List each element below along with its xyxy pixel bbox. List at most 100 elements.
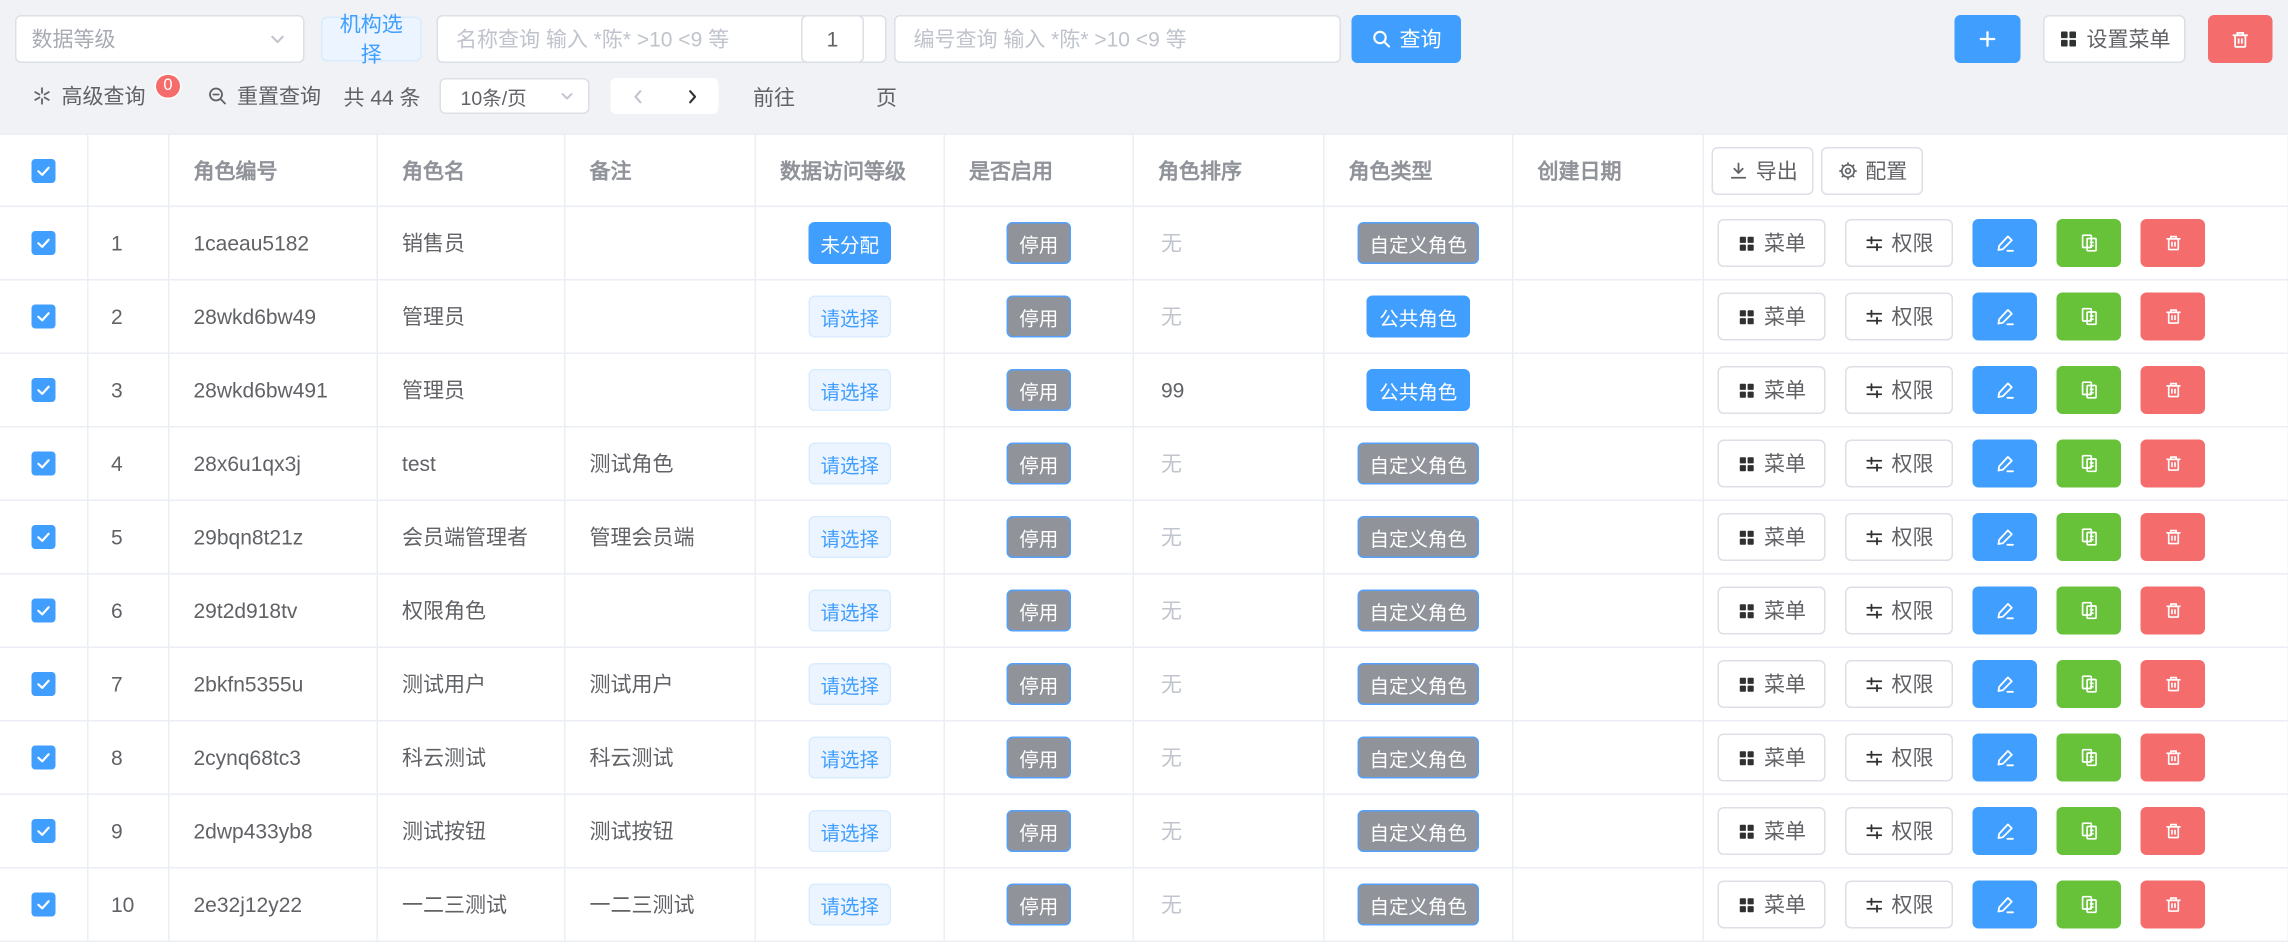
row-delete-button[interactable]	[2141, 366, 2206, 414]
row-delete-button[interactable]	[2141, 219, 2206, 267]
row-edit-button[interactable]	[1973, 293, 2038, 341]
row-checkbox[interactable]	[32, 378, 56, 402]
batch-delete-button[interactable]	[2208, 15, 2273, 63]
row-menu-button[interactable]: 菜单	[1718, 440, 1826, 488]
access-level-button[interactable]: 请选择	[808, 737, 891, 779]
row-copy-button[interactable]	[2057, 807, 2122, 855]
enabled-status-button[interactable]: 停用	[1007, 884, 1070, 926]
prev-page-button[interactable]	[628, 86, 648, 106]
role-type-badge[interactable]: 自定义角色	[1357, 443, 1479, 485]
row-permission-button[interactable]: 权限	[1845, 513, 1953, 561]
role-type-badge[interactable]: 自定义角色	[1357, 737, 1479, 779]
row-checkbox[interactable]	[32, 452, 56, 476]
role-type-badge[interactable]: 自定义角色	[1357, 590, 1479, 632]
row-checkbox[interactable]	[32, 305, 56, 329]
row-edit-button[interactable]	[1973, 881, 2038, 929]
row-delete-button[interactable]	[2141, 881, 2206, 929]
row-permission-button[interactable]: 权限	[1845, 587, 1953, 635]
row-edit-button[interactable]	[1973, 660, 2038, 708]
enabled-status-button[interactable]: 停用	[1007, 296, 1070, 338]
row-copy-button[interactable]	[2057, 440, 2122, 488]
advanced-query-button[interactable]: 高级查询 0	[32, 78, 182, 114]
access-level-button[interactable]: 请选择	[808, 369, 891, 411]
row-delete-button[interactable]	[2141, 807, 2206, 855]
enabled-status-button[interactable]: 停用	[1007, 369, 1070, 411]
enabled-status-button[interactable]: 停用	[1007, 590, 1070, 632]
row-delete-button[interactable]	[2141, 660, 2206, 708]
role-type-badge[interactable]: 自定义角色	[1357, 884, 1479, 926]
reset-query-button[interactable]: 重置查询	[207, 78, 321, 114]
row-permission-button[interactable]: 权限	[1845, 219, 1953, 267]
row-copy-button[interactable]	[2057, 366, 2122, 414]
org-select-button[interactable]: 机构选择	[321, 17, 422, 62]
role-type-badge[interactable]: 自定义角色	[1357, 663, 1479, 705]
row-menu-button[interactable]: 菜单	[1718, 807, 1826, 855]
goto-page-input[interactable]	[801, 15, 864, 63]
row-permission-button[interactable]: 权限	[1845, 293, 1953, 341]
row-edit-button[interactable]	[1973, 513, 2038, 561]
row-delete-button[interactable]	[2141, 734, 2206, 782]
role-type-badge[interactable]: 自定义角色	[1357, 810, 1479, 852]
row-checkbox[interactable]	[32, 893, 56, 917]
access-level-button[interactable]: 请选择	[808, 516, 891, 558]
row-menu-button[interactable]: 菜单	[1718, 881, 1826, 929]
row-checkbox[interactable]	[32, 525, 56, 549]
row-menu-button[interactable]: 菜单	[1718, 660, 1826, 708]
row-checkbox[interactable]	[32, 819, 56, 843]
page-size-select[interactable]: 10条/页	[440, 78, 590, 114]
row-copy-button[interactable]	[2057, 293, 2122, 341]
row-edit-button[interactable]	[1973, 734, 2038, 782]
row-menu-button[interactable]: 菜单	[1718, 366, 1826, 414]
row-permission-button[interactable]: 权限	[1845, 881, 1953, 929]
enabled-status-button[interactable]: 停用	[1007, 222, 1070, 264]
role-type-badge[interactable]: 公共角色	[1367, 296, 1469, 338]
row-delete-button[interactable]	[2141, 587, 2206, 635]
access-level-button[interactable]: 请选择	[808, 884, 891, 926]
role-type-badge[interactable]: 公共角色	[1367, 369, 1469, 411]
config-button[interactable]: 配置	[1821, 146, 1923, 194]
enabled-status-button[interactable]: 停用	[1007, 516, 1070, 558]
access-level-button[interactable]: 请选择	[808, 443, 891, 485]
next-page-button[interactable]	[682, 86, 702, 106]
row-checkbox[interactable]	[32, 672, 56, 696]
row-permission-button[interactable]: 权限	[1845, 440, 1953, 488]
row-edit-button[interactable]	[1973, 440, 2038, 488]
data-level-select[interactable]: 数据等级	[15, 15, 305, 63]
row-copy-button[interactable]	[2057, 881, 2122, 929]
row-copy-button[interactable]	[2057, 734, 2122, 782]
row-checkbox[interactable]	[32, 599, 56, 623]
access-level-button[interactable]: 请选择	[808, 590, 891, 632]
enabled-status-button[interactable]: 停用	[1007, 663, 1070, 705]
row-edit-button[interactable]	[1973, 219, 2038, 267]
enabled-status-button[interactable]: 停用	[1007, 443, 1070, 485]
select-all-checkbox[interactable]	[32, 158, 56, 182]
enabled-status-button[interactable]: 停用	[1007, 737, 1070, 779]
row-copy-button[interactable]	[2057, 660, 2122, 708]
enabled-status-button[interactable]: 停用	[1007, 810, 1070, 852]
export-button[interactable]: 导出	[1712, 146, 1814, 194]
row-permission-button[interactable]: 权限	[1845, 807, 1953, 855]
add-button[interactable]	[1955, 15, 2021, 63]
row-menu-button[interactable]: 菜单	[1718, 587, 1826, 635]
row-copy-button[interactable]	[2057, 219, 2122, 267]
row-copy-button[interactable]	[2057, 587, 2122, 635]
row-menu-button[interactable]: 菜单	[1718, 734, 1826, 782]
access-level-button[interactable]: 请选择	[808, 663, 891, 705]
row-edit-button[interactable]	[1973, 807, 2038, 855]
role-type-badge[interactable]: 自定义角色	[1357, 222, 1479, 264]
row-edit-button[interactable]	[1973, 587, 2038, 635]
row-menu-button[interactable]: 菜单	[1718, 293, 1826, 341]
setup-menu-button[interactable]: 设置菜单	[2043, 15, 2186, 63]
access-level-button[interactable]: 未分配	[808, 222, 891, 264]
row-delete-button[interactable]	[2141, 440, 2206, 488]
row-delete-button[interactable]	[2141, 513, 2206, 561]
row-checkbox[interactable]	[32, 746, 56, 770]
row-edit-button[interactable]	[1973, 366, 2038, 414]
access-level-button[interactable]: 请选择	[808, 810, 891, 852]
search-button[interactable]: 查询	[1352, 15, 1462, 63]
row-menu-button[interactable]: 菜单	[1718, 219, 1826, 267]
row-permission-button[interactable]: 权限	[1845, 366, 1953, 414]
role-type-badge[interactable]: 自定义角色	[1357, 516, 1479, 558]
row-checkbox[interactable]	[32, 231, 56, 255]
access-level-button[interactable]: 请选择	[808, 296, 891, 338]
